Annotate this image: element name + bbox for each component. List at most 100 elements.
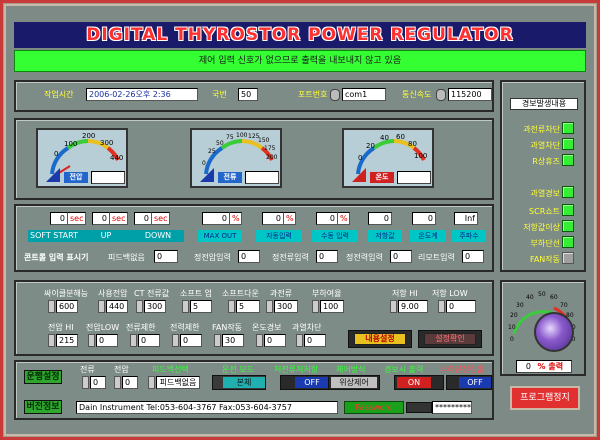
feedback-spin[interactable]: [148, 376, 155, 389]
op-current-spin[interactable]: [82, 376, 89, 389]
set-spin-0[interactable]: [48, 300, 55, 313]
alarm-led-7: [562, 252, 574, 264]
output-readout: 0 % 출력: [516, 360, 572, 373]
output-tick-0: 0: [510, 336, 514, 343]
res-hi-value[interactable]: 9.00: [398, 300, 428, 313]
set2-spin-0[interactable]: [48, 334, 55, 347]
set-spin-6[interactable]: [312, 300, 319, 313]
op-current-value[interactable]: 0: [90, 376, 106, 389]
set2-value-1[interactable]: 0: [96, 334, 118, 347]
title-bar: DIGITAL THYROSTOR POWER REGULATOR: [14, 22, 586, 48]
stop-program-button[interactable]: 프로그램정지: [510, 386, 580, 410]
run-mode-switch[interactable]: 본체: [212, 375, 266, 390]
set2-spin-6[interactable]: [296, 334, 303, 347]
ci-label-0: 피드백없음: [108, 253, 145, 262]
set-label-3: 소프트 업: [180, 289, 212, 298]
control-method-switch[interactable]: 위상제어: [328, 375, 380, 390]
set2-value-0[interactable]: 215: [56, 334, 78, 347]
set2-value-2[interactable]: 0: [138, 334, 160, 347]
soft-start-tag: SOFT START: [28, 230, 80, 242]
res-low-value[interactable]: 0: [446, 300, 476, 313]
current-tick-0: 0: [202, 160, 206, 167]
alarm-led-3: [562, 186, 574, 198]
op-voltage-value[interactable]: 0: [122, 376, 138, 389]
temp-tick-1: 20: [366, 142, 375, 150]
feedback-select[interactable]: 피드백없음: [156, 376, 200, 389]
auto-input-tag: 자동입력: [256, 230, 302, 242]
port-field[interactable]: com1: [342, 88, 386, 101]
time-label: 작업시간: [44, 90, 74, 99]
set-value-2[interactable]: 300: [144, 300, 166, 313]
output-tick-3: 30: [516, 302, 524, 309]
set-spin-4[interactable]: [228, 300, 235, 313]
alarm-panel: 경보발생내용 과전류차단 과열차단 R상휴즈 과열경보 SCR쇼트 저항값이상 …: [500, 80, 586, 272]
alarm-led-5: [562, 220, 574, 232]
set2-label-0: 전압 HI: [48, 323, 74, 332]
thermometer-tag: 온도계: [410, 230, 446, 242]
set2-spin-1[interactable]: [88, 334, 95, 347]
set-spin-1[interactable]: [98, 300, 105, 313]
set-spin-3[interactable]: [182, 300, 189, 313]
manual-input-unit: %: [338, 212, 350, 225]
baud-label: 통신속도: [402, 90, 432, 99]
output-value: 0: [525, 362, 531, 371]
temp-tick-0: 0: [358, 154, 363, 162]
control-input-label: 콘트롤 입력 표시기: [24, 253, 89, 262]
current-tick-3: 75: [226, 134, 234, 141]
set-value-5[interactable]: 300: [274, 300, 298, 313]
op-voltage-spin[interactable]: [114, 376, 121, 389]
set-spin-5[interactable]: [266, 300, 273, 313]
baud-spinner[interactable]: [436, 89, 446, 101]
alarm-output-switch[interactable]: ON: [394, 375, 444, 390]
alarm-header: 경보발생내용: [510, 98, 578, 110]
set-value-6[interactable]: 100: [320, 300, 344, 313]
alarm-led-6: [562, 236, 574, 248]
control-method-value: 위상제어: [331, 377, 377, 388]
set2-spin-2[interactable]: [130, 334, 137, 347]
output-knob[interactable]: [534, 312, 574, 352]
alarm-label-7: FAN작동: [529, 255, 560, 264]
load-break-switch[interactable]: OFF: [446, 375, 492, 390]
set2-spin-3[interactable]: [172, 334, 179, 347]
baud-field[interactable]: 115200: [448, 88, 492, 101]
alarm-label-0: 과전류차단: [523, 125, 560, 134]
res-hi-spin[interactable]: [390, 300, 397, 313]
res-low-label: 저항 LOW: [432, 289, 468, 298]
max-out-value: 0: [202, 212, 230, 225]
res-low-spin[interactable]: [438, 300, 445, 313]
set-label-0: 싸이클분해능: [44, 289, 89, 298]
operation-panel: 운행설정 전류 0 전압 0 피드백선택 피드백없음 운전 모드 본체 저전류저…: [14, 360, 494, 420]
set-value-0[interactable]: 600: [56, 300, 78, 313]
set2-spin-5[interactable]: [256, 334, 263, 347]
set-value-4[interactable]: 5: [236, 300, 260, 313]
password-field[interactable]: *********: [432, 401, 472, 414]
set2-value-5[interactable]: 0: [264, 334, 286, 347]
set-value-1[interactable]: 440: [106, 300, 128, 313]
set2-value-3[interactable]: 0: [180, 334, 202, 347]
ci-value-0: 0: [154, 250, 178, 263]
ci-value-4: 0: [462, 250, 484, 263]
run-mode-value: 본체: [223, 377, 265, 388]
confirm-button[interactable]: 설정확인: [424, 333, 476, 345]
set2-value-4[interactable]: 30: [222, 334, 244, 347]
set2-label-5: 온도경보: [252, 323, 282, 332]
set-value-3[interactable]: 5: [190, 300, 212, 313]
alarm-output-label: 경보시 출력: [384, 365, 424, 374]
set-button[interactable]: 내용설정: [354, 333, 406, 345]
set2-value-6[interactable]: 0: [304, 334, 326, 347]
port-spinner[interactable]: [330, 89, 340, 101]
feedback-label: 피드백선택: [152, 365, 189, 374]
alarm-label-5: 저항값이상: [523, 223, 560, 232]
set2-label-3: 전력제한: [170, 323, 200, 332]
soft-start-value: 0: [50, 212, 68, 225]
set2-spin-4[interactable]: [214, 334, 221, 347]
alarm-label-1: 과열차단: [530, 141, 560, 150]
voltage-tick-4: 440: [110, 154, 124, 162]
frequency-value: Inf: [454, 212, 478, 225]
unit-field[interactable]: 50: [238, 88, 258, 101]
set-spin-2[interactable]: [136, 300, 143, 313]
alarm-led-4: [562, 204, 574, 216]
temperature-gauge-value: [397, 171, 431, 184]
output-tick-7: 70: [560, 302, 568, 309]
low-current-switch[interactable]: OFF: [280, 375, 330, 390]
